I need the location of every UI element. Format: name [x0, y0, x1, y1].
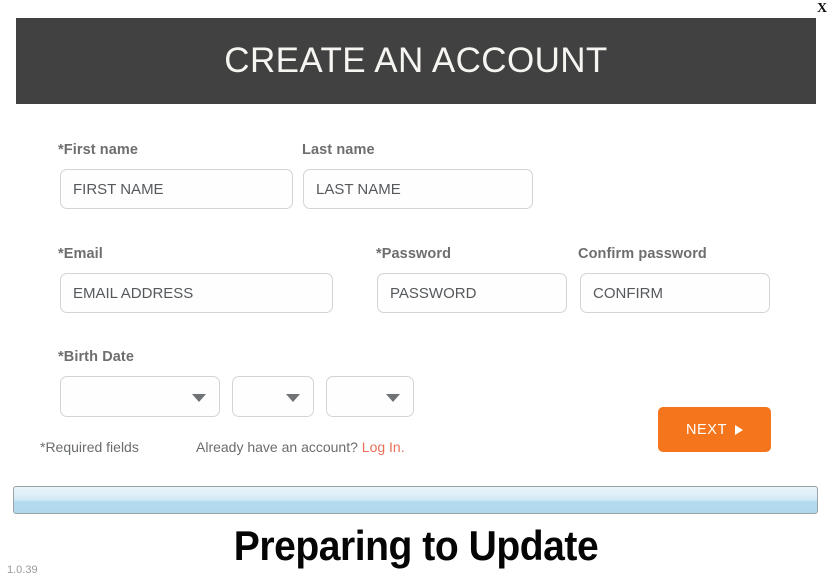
existing-account-note: Already have an account? Log In.	[196, 439, 405, 455]
confirm-password-label: Confirm password	[578, 246, 707, 262]
chevron-down-icon	[192, 393, 206, 402]
birth-date-year-select[interactable]	[326, 376, 414, 417]
last-name-input[interactable]	[303, 169, 533, 209]
password-input[interactable]	[377, 273, 567, 313]
confirm-password-input[interactable]	[580, 273, 770, 313]
update-status-text: Preparing to Update	[233, 522, 599, 569]
dialog-header: CREATE AN ACCOUNT	[16, 18, 816, 104]
existing-account-text: Already have an account?	[196, 439, 358, 455]
first-name-input[interactable]	[60, 169, 293, 209]
birth-date-day-select[interactable]	[232, 376, 314, 417]
password-label: *Password	[376, 246, 452, 262]
email-input[interactable]	[60, 273, 333, 313]
app-root: X CREATE AN ACCOUNT *First name Last nam…	[0, 0, 832, 584]
login-link[interactable]: Log In.	[362, 439, 405, 455]
close-icon[interactable]: X	[812, 0, 832, 18]
page-title: CREATE AN ACCOUNT	[224, 41, 608, 80]
next-button[interactable]: NEXT	[658, 407, 771, 452]
version-label: 1.0.39	[7, 564, 38, 576]
chevron-down-icon	[386, 393, 400, 402]
email-label: *Email	[58, 246, 103, 262]
required-fields-note: *Required fields	[40, 439, 139, 455]
next-button-label: NEXT	[685, 421, 728, 438]
update-progress-bar	[13, 486, 818, 514]
arrow-right-icon	[735, 424, 744, 435]
birth-date-month-select[interactable]	[60, 376, 220, 417]
last-name-label: Last name	[302, 142, 375, 158]
birth-date-label: *Birth Date	[58, 349, 135, 365]
chevron-down-icon	[286, 393, 300, 402]
first-name-label: *First name	[58, 142, 139, 158]
